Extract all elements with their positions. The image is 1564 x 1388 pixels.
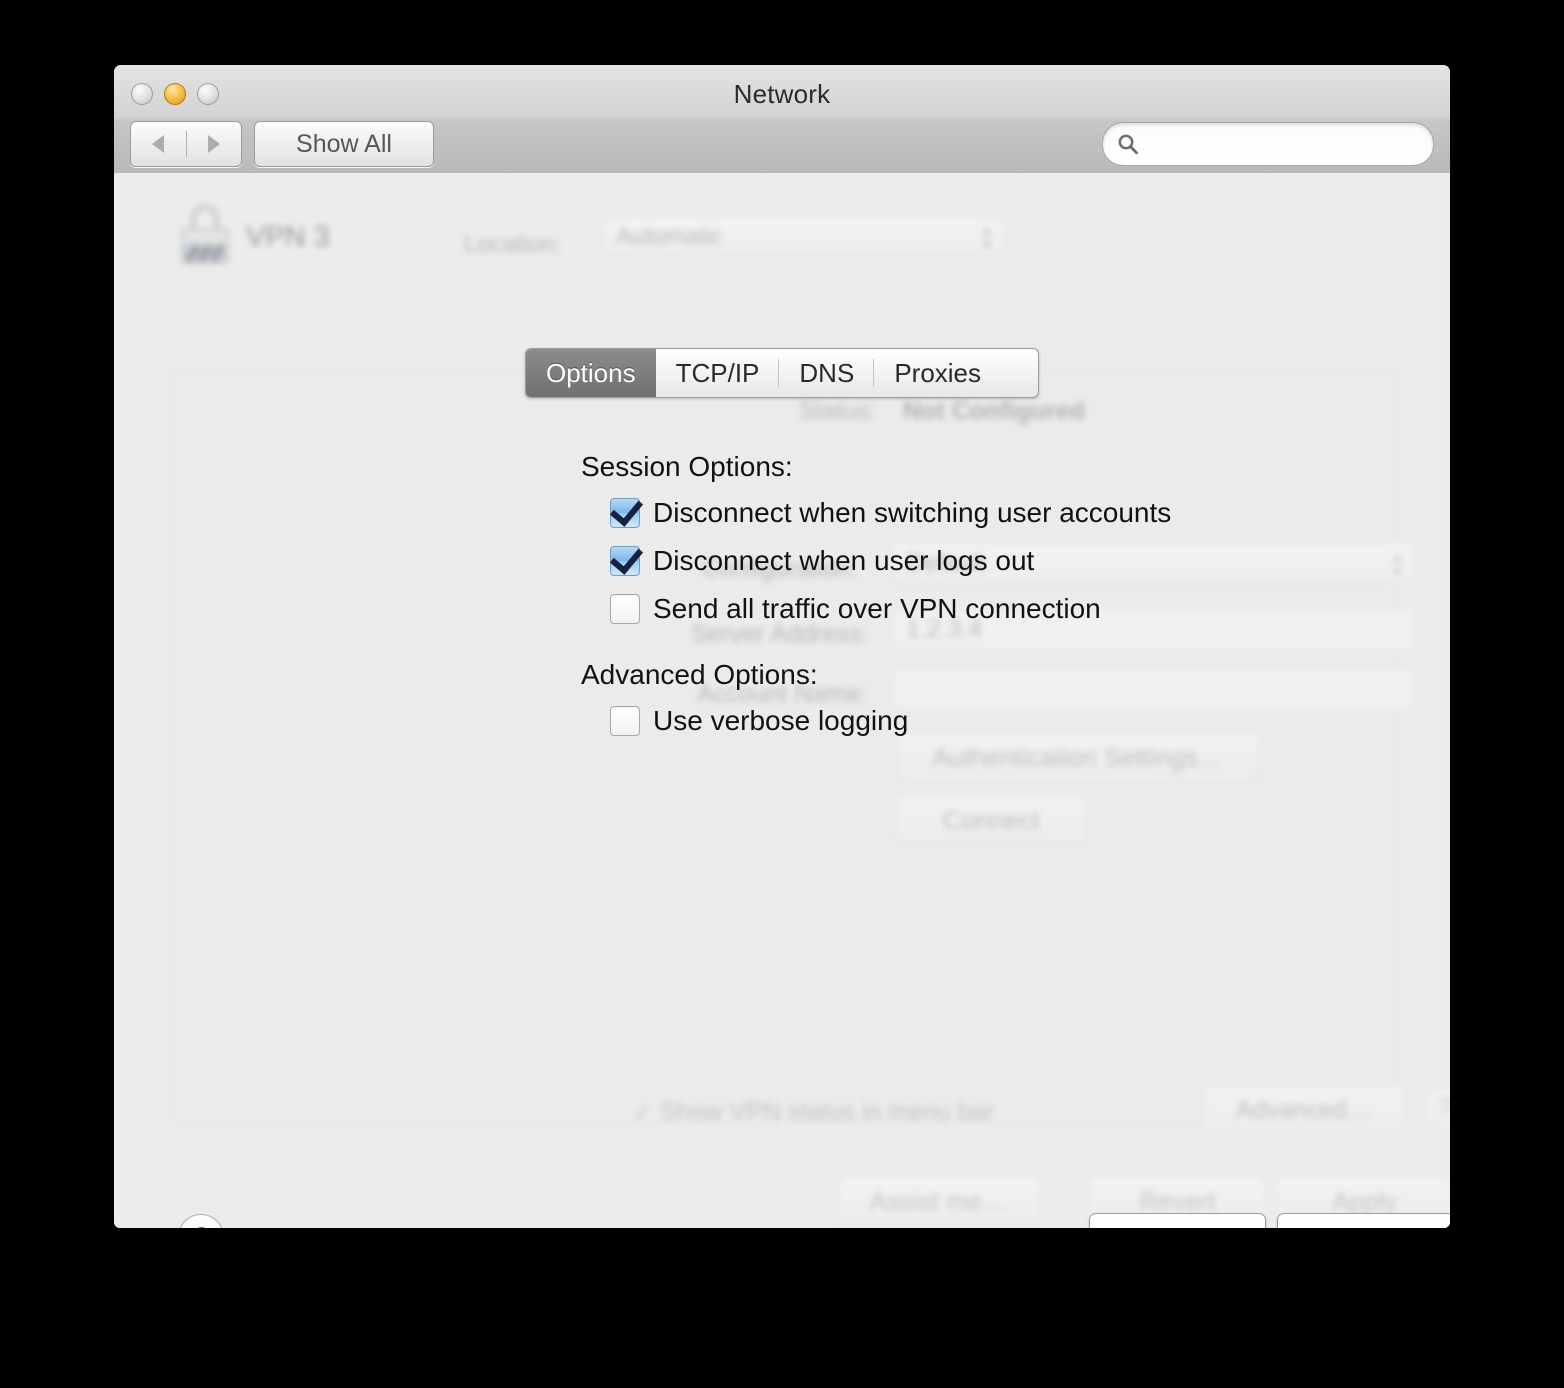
advanced-options-heading: Advanced Options: [581, 659, 818, 690]
option-label: Use verbose logging [653, 705, 909, 736]
chevron-right-icon [207, 135, 220, 153]
tab-label: Options [546, 357, 636, 388]
preferences-content: VPN 3 Location: Automatic ▲ ▼ Wi-Fi Conne… [114, 173, 1450, 1228]
tab-dns[interactable]: DNS [779, 349, 875, 397]
session-options-heading: Session Options: [581, 451, 793, 482]
checkbox-icon[interactable] [610, 546, 640, 576]
tab-label: TCP/IP [675, 357, 760, 388]
options-sheet-layer: Options TCP/IP DNS Proxies Session Optio… [114, 173, 1450, 1228]
search-input[interactable] [1139, 132, 1433, 156]
checkbox-icon[interactable] [610, 498, 640, 528]
show-all-button[interactable]: Show All [254, 121, 434, 167]
tab-tcpip[interactable]: TCP/IP [656, 349, 780, 397]
help-button[interactable]: ? [178, 1214, 224, 1228]
option-verbose-logging[interactable]: Use verbose logging [610, 705, 908, 737]
settings-tab-bar[interactable]: Options TCP/IP DNS Proxies [525, 348, 1039, 398]
option-disconnect-switching-users[interactable]: Disconnect when switching user accounts [610, 497, 1171, 529]
checkbox-icon[interactable] [610, 594, 640, 624]
option-label: Disconnect when user logs out [653, 545, 1035, 576]
navigation-segmented-control[interactable] [130, 121, 242, 167]
forward-button[interactable] [187, 135, 242, 153]
search-icon [1118, 134, 1138, 155]
search-field[interactable] [1102, 122, 1434, 166]
option-disconnect-logout[interactable]: Disconnect when user logs out [610, 545, 1034, 577]
checkbox-icon[interactable] [610, 706, 640, 736]
cancel-button[interactable]: Cancel [1089, 1213, 1266, 1228]
network-preferences-window: Network Show All VPN 3 Location: Automat… [114, 65, 1450, 1228]
option-label: Disconnect when switching user accounts [653, 497, 1172, 528]
tab-proxies[interactable]: Proxies [874, 349, 1001, 397]
back-button[interactable] [131, 135, 186, 153]
option-label: Send all traffic over VPN connection [653, 593, 1101, 624]
screen: Network Show All VPN 3 Location: Automat… [0, 0, 1564, 1388]
ok-button[interactable]: OK [1277, 1213, 1450, 1228]
tab-label: Proxies [894, 357, 982, 388]
window-titlebar: Network Show All [114, 65, 1450, 174]
tab-label: DNS [799, 357, 855, 388]
window-title: Network [733, 79, 831, 109]
option-send-all-traffic[interactable]: Send all traffic over VPN connection [610, 593, 1101, 625]
tab-options[interactable]: Options [526, 349, 656, 397]
chevron-left-icon [152, 135, 165, 153]
